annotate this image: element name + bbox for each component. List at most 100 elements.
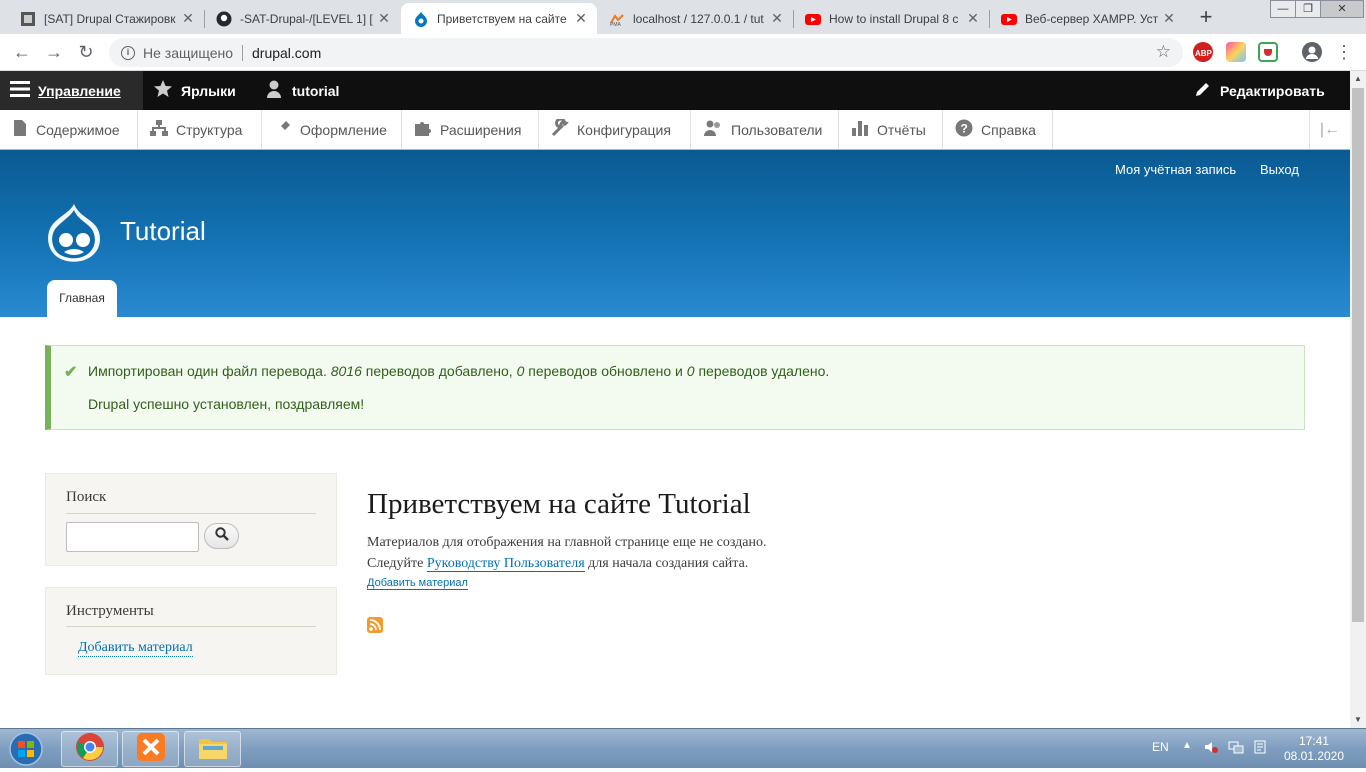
- svg-text:?: ?: [961, 122, 968, 136]
- tray-item-label: Содержимое: [36, 121, 120, 138]
- paintbrush-icon: [274, 119, 292, 140]
- tray-item-label: Оформление: [300, 121, 387, 138]
- logout-link[interactable]: Выход: [1260, 162, 1299, 177]
- color-ext-icon[interactable]: [1226, 42, 1246, 62]
- explorer-taskbar-button[interactable]: [184, 731, 241, 767]
- profile-icon[interactable]: [1302, 42, 1322, 62]
- manage-button[interactable]: Управление: [0, 71, 143, 110]
- guide-text: Следуйте Руководству Пользователя для на…: [367, 556, 749, 572]
- language-indicator[interactable]: EN: [1152, 740, 1169, 754]
- edit-button[interactable]: Редактировать: [1184, 71, 1335, 110]
- chrome-icon: [75, 732, 105, 767]
- close-icon[interactable]: ✕: [965, 10, 981, 27]
- chrome-taskbar-button[interactable]: [61, 731, 118, 767]
- help-icon: ?: [955, 119, 973, 140]
- minimize-button[interactable]: —: [1270, 0, 1296, 18]
- tab-title: localhost / 127.0.0.1 / tut: [633, 11, 764, 26]
- abp-icon[interactable]: ABP: [1193, 42, 1213, 62]
- tab-title: Веб-сервер XAMPP. Уст: [1025, 11, 1159, 26]
- search-block: Поиск: [45, 473, 337, 566]
- tray-item-extend[interactable]: Расширения: [402, 110, 539, 149]
- browser-tab-active[interactable]: Приветствуем на сайте ✕: [401, 3, 597, 34]
- hamburger-icon: [10, 80, 30, 101]
- browser-tab[interactable]: [SAT] Drupal Стажировк ✕: [8, 3, 204, 34]
- close-icon[interactable]: ✕: [1161, 10, 1177, 27]
- tray-item-reports[interactable]: Отчёты: [839, 110, 943, 149]
- browser-tab[interactable]: How to install Drupal 8 c ✕: [793, 3, 989, 34]
- browser-tab[interactable]: Веб-сервер XAMPP. Уст ✕: [989, 3, 1185, 34]
- info-icon[interactable]: i: [121, 45, 135, 60]
- address-bar[interactable]: i Не защищено drupal.com ☆: [109, 38, 1183, 67]
- deleted-count: 0: [686, 363, 695, 379]
- add-content-link[interactable]: Добавить материал: [367, 577, 468, 590]
- url-text: drupal.com: [252, 44, 322, 61]
- maximize-button[interactable]: ❐: [1295, 0, 1321, 18]
- no-content-text: Материалов для отображения на главной ст…: [367, 535, 767, 550]
- tray-item-structure[interactable]: Структура: [138, 110, 262, 149]
- menu-icon[interactable]: ⋮: [1334, 42, 1354, 62]
- forward-icon[interactable]: →: [42, 41, 66, 65]
- reload-icon[interactable]: ↻: [74, 41, 98, 65]
- tray-item-people[interactable]: Пользователи: [691, 110, 839, 149]
- xampp-icon: [136, 732, 166, 767]
- star-icon: [153, 79, 173, 102]
- site-name[interactable]: Tutorial: [120, 216, 206, 247]
- user-label: tutorial: [292, 82, 340, 99]
- add-content-link[interactable]: Добавить материал: [78, 640, 193, 657]
- rss-feed-icon[interactable]: [367, 617, 383, 633]
- tools-block: Инструменты Добавить материал: [45, 587, 337, 675]
- taskbar-clock[interactable]: 17:41 08.01.2020: [1280, 734, 1348, 764]
- network-icon[interactable]: [1228, 740, 1244, 757]
- tray-item-appearance[interactable]: Оформление: [262, 110, 402, 149]
- security-label: Не защищено: [143, 44, 233, 61]
- phpmyadmin-icon: PMA: [609, 11, 625, 27]
- action-center-icon[interactable]: [1253, 740, 1267, 757]
- search-input[interactable]: [66, 522, 199, 552]
- site-header: Моя учётная запись Выход Tutorial Главна…: [0, 150, 1350, 317]
- user-guide-link[interactable]: Руководству Пользователя: [426, 556, 585, 572]
- svg-text:PMA: PMA: [610, 22, 622, 27]
- close-window-button[interactable]: ✕: [1320, 0, 1364, 18]
- browser-tab[interactable]: -SAT-Drupal-/[LEVEL 1] [ ✕: [204, 3, 400, 34]
- status-message: ✔ Импортирован один файл перевода. 8016 …: [45, 345, 1305, 430]
- xampp-taskbar-button[interactable]: [122, 731, 179, 767]
- shield-ext-icon[interactable]: [1258, 42, 1278, 62]
- close-icon[interactable]: ✕: [180, 10, 196, 27]
- tab-home[interactable]: Главная: [47, 280, 117, 317]
- volume-icon[interactable]: [1204, 740, 1218, 757]
- bookmark-star-icon[interactable]: ☆: [1156, 42, 1171, 62]
- tray-item-help[interactable]: ? Справка: [943, 110, 1053, 149]
- message-line-2: Drupal успешно установлен, поздравляем!: [88, 396, 365, 412]
- close-icon[interactable]: ✕: [376, 10, 392, 27]
- tray-item-label: Справка: [981, 121, 1036, 138]
- start-button[interactable]: [4, 731, 48, 767]
- user-button[interactable]: tutorial: [254, 71, 349, 110]
- drupal-favicon: [413, 11, 429, 27]
- scroll-thumb[interactable]: [1352, 88, 1364, 622]
- collapse-tray-icon[interactable]: |←: [1309, 110, 1350, 149]
- shortcuts-button[interactable]: Ярлыки: [143, 71, 246, 110]
- drupal-admin-tray: Содержимое Структура Оформление Расширен…: [0, 110, 1350, 150]
- new-tab-button[interactable]: +: [1195, 4, 1217, 30]
- tray-item-configuration[interactable]: Конфигурация: [539, 110, 691, 149]
- tray-expand-icon[interactable]: ▲: [1182, 740, 1192, 751]
- scroll-up-icon[interactable]: ▲: [1350, 71, 1366, 87]
- close-icon[interactable]: ✕: [769, 10, 785, 27]
- back-icon[interactable]: ←: [10, 41, 34, 65]
- github-icon: [216, 11, 232, 27]
- wrench-icon: [551, 117, 569, 140]
- pencil-icon: [1194, 80, 1212, 101]
- vertical-scrollbar[interactable]: ▲ ▼: [1350, 71, 1366, 728]
- search-button[interactable]: [204, 523, 239, 549]
- drupal-logo-icon[interactable]: [44, 202, 104, 264]
- page-title: Приветствуем на сайте Tutorial: [367, 488, 751, 520]
- scroll-down-icon[interactable]: ▼: [1350, 712, 1366, 728]
- tray-item-content[interactable]: Содержимое: [0, 110, 138, 149]
- tray-item-label: Конфигурация: [577, 121, 671, 138]
- close-icon[interactable]: ✕: [573, 10, 589, 27]
- my-account-link[interactable]: Моя учётная запись: [1115, 162, 1236, 177]
- tray-item-label: Отчёты: [877, 121, 926, 138]
- shortcuts-label: Ярлыки: [181, 82, 236, 99]
- browser-tab[interactable]: PMA localhost / 127.0.0.1 / tut ✕: [597, 3, 793, 34]
- tab-title: -SAT-Drupal-/[LEVEL 1] [: [240, 11, 373, 26]
